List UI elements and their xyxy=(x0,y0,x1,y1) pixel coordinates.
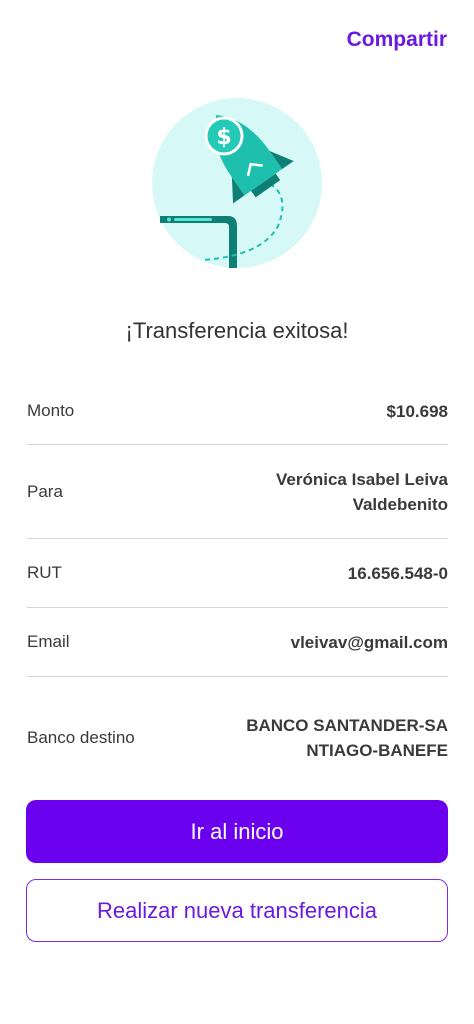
detail-label: Para xyxy=(27,481,63,501)
bank-value: BANCO SANTANDER-SANTIAGO-BANEFE xyxy=(246,716,448,760)
page-title: ¡Transferencia exitosa! xyxy=(125,318,349,343)
transfer-details: Monto $10.698 Para Verónica Isabel Leiva… xyxy=(27,378,448,799)
detail-row-email: Email vleivav@gmail.com xyxy=(27,608,448,677)
rut-value: 16.656.548-0 xyxy=(347,563,448,583)
detail-label: Email xyxy=(27,632,70,651)
detail-row-para: Para Verónica Isabel Leiva Valdebenito xyxy=(27,445,448,539)
detail-row-monto: Monto $10.698 xyxy=(27,378,448,445)
detail-row-rut: RUT 16.656.548-0 xyxy=(27,539,448,608)
email-value: vleivav@gmail.com xyxy=(290,632,448,652)
go-home-button[interactable]: Ir al inicio xyxy=(26,800,448,863)
recipient-name-value: Verónica Isabel Leiva Valdebenito xyxy=(276,469,448,514)
share-button[interactable]: Compartir xyxy=(347,28,447,52)
svg-text:$: $ xyxy=(216,125,231,150)
amount-value: $10.698 xyxy=(386,401,448,421)
rocket-money-icon: $ xyxy=(150,96,325,271)
detail-label: RUT xyxy=(27,563,62,582)
detail-label: Banco destino xyxy=(27,728,135,747)
new-transfer-button[interactable]: Realizar nueva transferencia xyxy=(26,879,448,942)
detail-label: Monto xyxy=(27,401,75,420)
detail-row-banco: Banco destino BANCO SANTANDER-SANTIAGO-B… xyxy=(27,677,448,799)
